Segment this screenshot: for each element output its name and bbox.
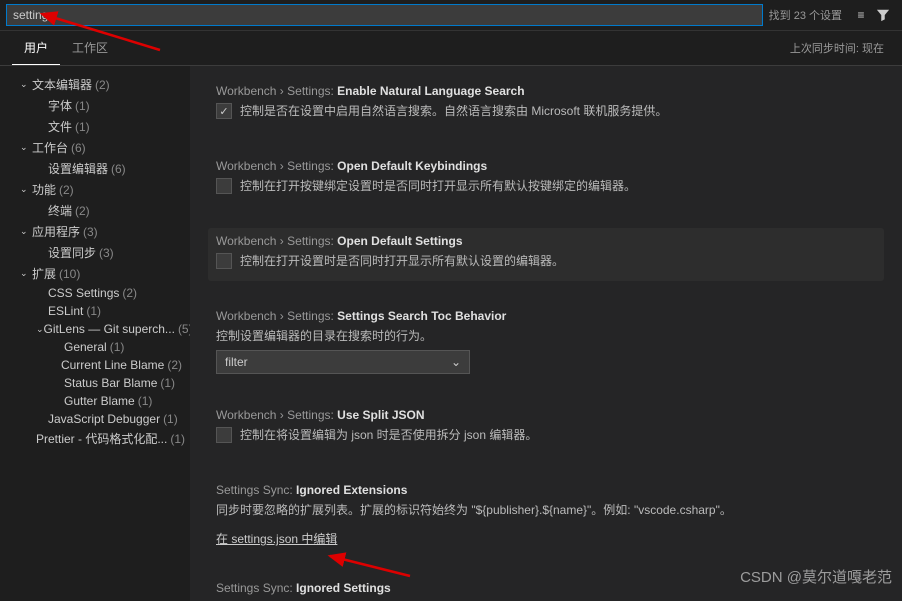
toc-item-count: (6) <box>71 141 86 155</box>
toc-item-label: 应用程序 <box>32 223 80 240</box>
toc-item-count: (1) <box>86 304 101 318</box>
toc-item-label: 文件 <box>48 118 72 135</box>
toc-item-count: (2) <box>122 286 137 300</box>
setting-use-split-json: Workbench › Settings: Use Split JSON 控制在… <box>208 402 884 455</box>
toc-item-label: General <box>64 340 107 354</box>
toc-item-label: 工作台 <box>32 139 68 156</box>
toc-item-count: (6) <box>111 162 126 176</box>
chevron-down-icon: ⌄ <box>20 226 32 237</box>
toc-item-count: (1) <box>170 432 185 446</box>
chevron-down-icon: ⌄ <box>20 79 32 90</box>
select-toc-behavior[interactable]: filter ⌄ <box>216 350 470 374</box>
toc-item-count: (1) <box>163 412 178 426</box>
chevron-down-icon: ⌄ <box>20 142 32 153</box>
toc-item[interactable]: 设置同步 (3) <box>0 242 190 263</box>
chevron-down-icon: ⌄ <box>451 355 461 369</box>
toc-item[interactable]: ⌄功能 (2) <box>0 179 190 200</box>
toc-item-label: 终端 <box>48 202 72 219</box>
toc-item-count: (1) <box>75 99 90 113</box>
clear-search-icon[interactable]: ≡ <box>852 6 870 24</box>
setting-search-toc-behavior: Workbench › Settings: Settings Search To… <box>208 303 884 380</box>
setting-ignored-extensions: Settings Sync: Ignored Extensions 同步时要忽略… <box>208 477 884 553</box>
chevron-down-icon: ⌄ <box>20 268 32 279</box>
toc-item[interactable]: JavaScript Debugger (1) <box>0 410 190 428</box>
toc-item[interactable]: 字体 (1) <box>0 95 190 116</box>
toc-item-count: (1) <box>110 340 125 354</box>
toc-item[interactable]: CSS Settings (2) <box>0 284 190 302</box>
checkbox[interactable] <box>216 253 232 269</box>
toc-item-label: 字体 <box>48 97 72 114</box>
toc-item[interactable]: 文件 (1) <box>0 116 190 137</box>
settings-toc: ⌄文本编辑器 (2)字体 (1)文件 (1)⌄工作台 (6)设置编辑器 (6)⌄… <box>0 66 190 601</box>
toc-item-count: (2) <box>95 78 110 92</box>
toc-item-label: CSS Settings <box>48 286 119 300</box>
toc-item-label: Prettier - 代码格式化配... <box>36 430 167 447</box>
toc-item-count: (2) <box>167 358 182 372</box>
toc-item[interactable]: 终端 (2) <box>0 200 190 221</box>
settings-content: Workbench › Settings: Enable Natural Lan… <box>190 66 902 601</box>
setting-natural-language-search: Workbench › Settings: Enable Natural Lan… <box>208 78 884 131</box>
toc-item[interactable]: ⌄扩展 (10) <box>0 263 190 284</box>
toc-item-label: 功能 <box>32 181 56 198</box>
chevron-down-icon: ⌄ <box>36 324 44 335</box>
toc-item-count: (5) <box>178 322 190 336</box>
toc-item[interactable]: Prettier - 代码格式化配... (1) <box>0 428 190 449</box>
toc-item[interactable]: Gutter Blame (1) <box>0 392 190 410</box>
filter-icon[interactable] <box>874 6 892 24</box>
toc-item[interactable]: Current Line Blame (2) <box>0 356 190 374</box>
toc-item-count: (1) <box>75 120 90 134</box>
toc-item-label: ESLint <box>48 304 83 318</box>
tab-user[interactable]: 用户 <box>12 31 60 65</box>
toc-item-count: (3) <box>83 225 98 239</box>
sync-info: 上次同步时间: 现在 <box>790 40 890 56</box>
toc-item-count: (2) <box>75 204 90 218</box>
toc-item-label: 文本编辑器 <box>32 76 92 93</box>
toc-item-count: (3) <box>99 246 114 260</box>
toc-item-label: 设置同步 <box>48 244 96 261</box>
toc-item-count: (2) <box>59 183 74 197</box>
toc-item-label: JavaScript Debugger <box>48 412 160 426</box>
toc-item[interactable]: 设置编辑器 (6) <box>0 158 190 179</box>
toc-item[interactable]: Status Bar Blame (1) <box>0 374 190 392</box>
chevron-down-icon: ⌄ <box>20 184 32 195</box>
toc-item[interactable]: ⌄应用程序 (3) <box>0 221 190 242</box>
toc-item-count: (1) <box>160 376 175 390</box>
toc-item[interactable]: ESLint (1) <box>0 302 190 320</box>
toc-item[interactable]: ⌄文本编辑器 (2) <box>0 74 190 95</box>
toc-item-label: 扩展 <box>32 265 56 282</box>
search-result-count: 找到 23 个设置 <box>763 7 848 23</box>
toc-item-label: GitLens — Git superch... <box>44 322 175 336</box>
settings-search-input[interactable] <box>6 4 763 26</box>
toc-item-label: Status Bar Blame <box>64 376 157 390</box>
setting-open-default-keybindings: Workbench › Settings: Open Default Keybi… <box>208 153 884 206</box>
toc-item-count: (1) <box>138 394 153 408</box>
toc-item-label: 设置编辑器 <box>48 160 108 177</box>
toc-item[interactable]: General (1) <box>0 338 190 356</box>
tab-workspace[interactable]: 工作区 <box>60 31 120 65</box>
toc-item[interactable]: ⌄GitLens — Git superch... (5) <box>0 320 190 338</box>
setting-open-default-settings: Workbench › Settings: Open Default Setti… <box>208 228 884 281</box>
toc-item-label: Current Line Blame <box>61 358 164 372</box>
checkbox[interactable] <box>216 103 232 119</box>
toc-item[interactable]: ⌄工作台 (6) <box>0 137 190 158</box>
setting-ignored-settings: Settings Sync: Ignored Settings 配置在同步时要忽… <box>208 575 884 601</box>
checkbox[interactable] <box>216 427 232 443</box>
edit-in-settings-json-link[interactable]: 在 settings.json 中编辑 <box>216 530 337 547</box>
checkbox[interactable] <box>216 178 232 194</box>
toc-item-label: Gutter Blame <box>64 394 135 408</box>
toc-item-count: (10) <box>59 267 80 281</box>
